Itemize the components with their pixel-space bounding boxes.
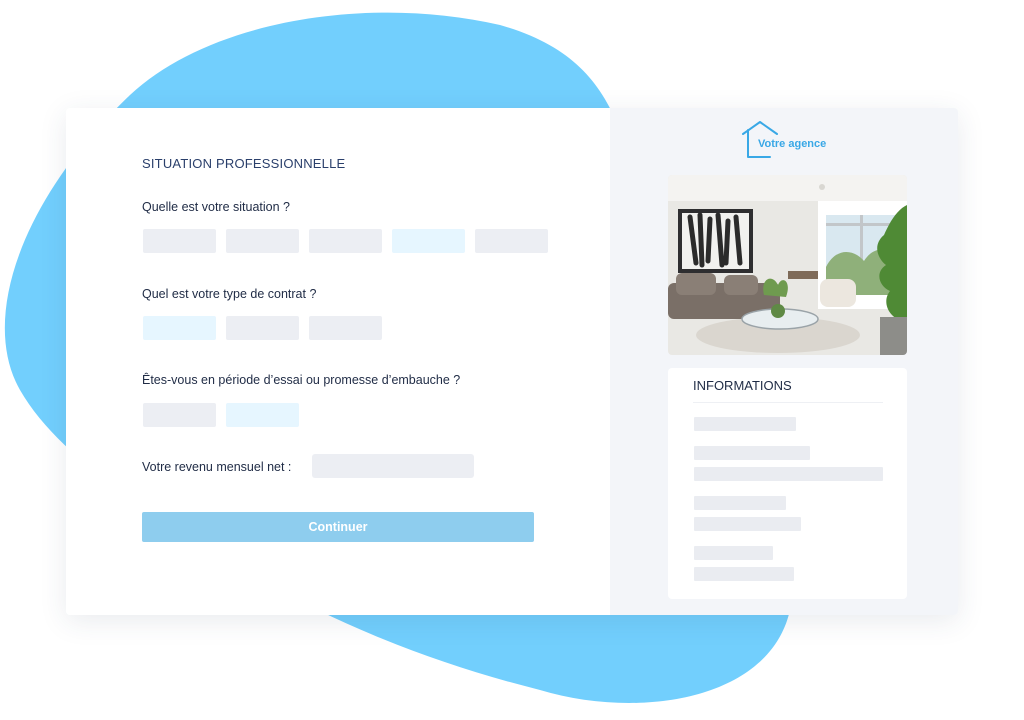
- information-card: INFORMATIONS: [668, 368, 907, 599]
- property-photo: [668, 175, 907, 355]
- situation-option-4-selected[interactable]: [392, 229, 465, 253]
- contract-option-1-selected[interactable]: [143, 316, 216, 340]
- sidebar-panel: Votre agence INFORMATIONS: [610, 108, 958, 615]
- placeholder-line-3: [694, 467, 883, 481]
- information-title: INFORMATIONS: [693, 378, 792, 393]
- situation-option-1[interactable]: [143, 229, 216, 253]
- placeholder-line-7: [694, 567, 794, 581]
- section-title: SITUATION PROFESSIONNELLE: [142, 156, 346, 171]
- trial-option-2-selected[interactable]: [226, 403, 299, 427]
- question-situation: Quelle est votre situation ?: [142, 200, 290, 214]
- information-divider: [693, 402, 883, 403]
- placeholder-line-4: [694, 496, 786, 510]
- situation-option-3[interactable]: [309, 229, 382, 253]
- placeholder-line-2: [694, 446, 810, 460]
- continue-button[interactable]: Continuer: [142, 512, 534, 542]
- placeholder-line-1: [694, 417, 796, 431]
- revenue-input[interactable]: [312, 454, 474, 478]
- contract-option-2[interactable]: [226, 316, 299, 340]
- situation-option-2[interactable]: [226, 229, 299, 253]
- placeholder-line-6: [694, 546, 773, 560]
- form-panel: SITUATION PROFESSIONNELLE Quelle est vot…: [66, 108, 610, 615]
- contract-option-3[interactable]: [309, 316, 382, 340]
- placeholder-line-5: [694, 517, 801, 531]
- main-card: SITUATION PROFESSIONNELLE Quelle est vot…: [66, 108, 958, 615]
- revenue-label: Votre revenu mensuel net :: [142, 460, 292, 474]
- trial-option-1[interactable]: [143, 403, 216, 427]
- question-contract-type: Quel est votre type de contrat ?: [142, 287, 317, 301]
- agency-logo-text: Votre agence: [758, 138, 827, 150]
- question-trial-period: Êtes-vous en période d’essai ou promesse…: [142, 373, 461, 387]
- situation-option-5[interactable]: [475, 229, 548, 253]
